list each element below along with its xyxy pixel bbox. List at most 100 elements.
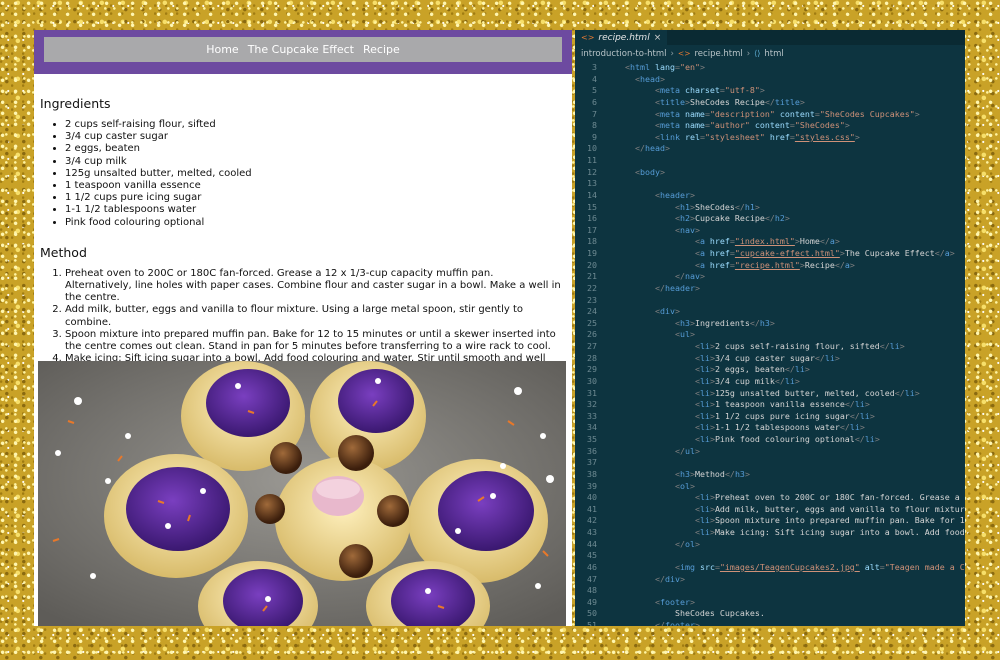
code-token: h3 <box>679 468 690 479</box>
nav-link-cupcake-effect[interactable]: The Cupcake Effect <box>248 43 354 56</box>
code-token: > <box>694 224 700 235</box>
code-token: src <box>694 561 715 572</box>
code-line[interactable]: 36 </ul> <box>575 446 965 458</box>
ingredient-item: 1 teaspoon vanilla essence <box>65 180 564 192</box>
code-line[interactable]: 31 <li>125g unsalted butter, melted, coo… <box>575 388 965 400</box>
code-text: <ol> <box>615 481 695 493</box>
code-line[interactable]: 27 <li>2 cups self-raising flour, sifted… <box>575 341 965 353</box>
code-text: <a href="index.html">Home</a> <box>615 236 840 248</box>
site-nav: Home The Cupcake Effect Recipe <box>44 37 562 62</box>
code-line[interactable]: 26 <ul> <box>575 329 965 341</box>
code-text: </head> <box>615 143 670 155</box>
code-line[interactable]: 42 <li>Spoon mixture into prepared muffi… <box>575 515 965 527</box>
code-line[interactable]: 23 <box>575 295 965 307</box>
code-line[interactable]: 15 <h1>SheCodes</h1> <box>575 202 965 214</box>
code-line[interactable]: 33 <li>1 1/2 cups pure icing sugar</li> <box>575 411 965 423</box>
line-number: 18 <box>587 236 597 247</box>
code-line[interactable]: 21 </nav> <box>575 271 965 283</box>
code-token: "en" <box>679 62 700 72</box>
code-area[interactable]: 3 <html lang="en"> 4 <head> 5 <meta charse… <box>575 62 965 626</box>
code-line[interactable]: 39 <ol> <box>575 481 965 493</box>
line-number: 21 <box>587 271 597 282</box>
code-token: </ <box>674 271 685 282</box>
code-line[interactable]: 29 <li>2 eggs, beaten</li> <box>575 364 965 376</box>
code-line[interactable]: 4 <head> <box>575 74 965 86</box>
code-line[interactable]: 14 <header> <box>575 190 965 202</box>
code-line[interactable]: 25 <h3>Ingredients</h3> <box>575 318 965 330</box>
code-token: </ <box>834 259 845 270</box>
line-number: 23 <box>587 294 597 305</box>
code-token: li <box>699 399 710 410</box>
code-line[interactable]: 43 <li>Make icing: Sift icing sugar into… <box>575 527 965 539</box>
code-line[interactable]: 10 </head> <box>575 143 965 155</box>
code-token: Spoon mixture into prepared muffin pan. … <box>714 515 965 526</box>
breadcrumb-folder[interactable]: introduction-to-html <box>581 49 667 59</box>
code-line[interactable]: 48 <box>575 585 965 597</box>
code-line[interactable]: 40 <li>Preheat oven to 200C or 180C fan-… <box>575 492 965 504</box>
line-number: 49 <box>587 596 597 607</box>
code-line[interactable]: 22 </header> <box>575 283 965 295</box>
code-line[interactable]: 7 <meta name="description" content="SheC… <box>575 109 965 121</box>
code-text: <li>125g unsalted butter, melted, cooled… <box>615 388 920 400</box>
line-number: 6 <box>592 96 597 107</box>
code-line[interactable]: 35 <li>Pink food colouring optional</li> <box>575 434 965 446</box>
code-line[interactable]: 12 <body> <box>575 167 965 179</box>
code-line[interactable]: 47 </div> <box>575 574 965 586</box>
code-line[interactable]: 46 <img src="images/TeagenCupcakes2.jpg"… <box>575 562 965 574</box>
code-line[interactable]: 9 <link rel="stylesheet" href="styles.cs… <box>575 132 965 144</box>
browser-preview: Home The Cupcake Effect Recipe Ingredien… <box>34 30 572 626</box>
code-line[interactable]: 13 <box>575 178 965 190</box>
code-line[interactable]: 37 <box>575 457 965 469</box>
code-line[interactable]: 19 <a href="cupcake-effect.html">The Cup… <box>575 248 965 260</box>
code-line[interactable]: 49 <footer> <box>575 597 965 609</box>
code-line[interactable]: 45 <box>575 550 965 562</box>
code-text: <html lang="en"> <box>615 62 705 74</box>
code-line[interactable]: 5 <meta charset="utf-8"> <box>575 85 965 97</box>
code-line[interactable]: 17 <nav> <box>575 225 965 237</box>
code-line[interactable]: 18 <a href="index.html">Home</a> <box>575 236 965 248</box>
code-line[interactable]: 30 <li>3/4 cup milk</li> <box>575 376 965 388</box>
code-line[interactable]: 16 <h2>Cupcake Recipe</h2> <box>575 213 965 225</box>
close-icon[interactable]: × <box>654 33 662 43</box>
code-line[interactable]: 28 <li>3/4 cup caster sugar</li> <box>575 353 965 365</box>
code-line[interactable]: 24 <div> <box>575 306 965 318</box>
code-line[interactable]: 11 <box>575 155 965 167</box>
nav-link-home[interactable]: Home <box>206 43 238 56</box>
nav-link-recipe[interactable]: Recipe <box>363 43 400 56</box>
code-line[interactable]: 50 SheCodes Cupcakes. <box>575 608 965 620</box>
code-line[interactable]: 51 </footer> <box>575 620 965 626</box>
code-token: ol <box>679 480 690 491</box>
code-line[interactable]: 44 </ol> <box>575 539 965 551</box>
code-text: <li>1-1 1/2 tablespoons water</li> <box>615 422 865 434</box>
code-token: "description" <box>709 108 775 119</box>
code-line[interactable]: 3 <html lang="en"> <box>575 62 965 74</box>
tab-recipe-html[interactable]: <> recipe.html × <box>575 30 668 45</box>
breadcrumb-file[interactable]: recipe.html <box>695 49 743 59</box>
code-token: 1-1 1/2 tablespoons water <box>714 422 840 433</box>
code-token: li <box>699 410 710 421</box>
ingredient-item: 1 1/2 cups pure icing sugar <box>65 192 564 204</box>
code-line[interactable]: 6 <title>SheCodes Recipe</title> <box>575 97 965 109</box>
code-line[interactable]: 32 <li>1 teaspoon vanilla essence</li> <box>575 399 965 411</box>
code-token: > <box>864 399 870 410</box>
code-token: li <box>699 375 710 386</box>
code-line[interactable]: 34 <li>1-1 1/2 tablespoons water</li> <box>575 422 965 434</box>
code-token: Recipe <box>804 259 835 270</box>
code-line[interactable]: 20 <a href="recipe.html">Recipe</a> <box>575 260 965 272</box>
code-token: > <box>869 410 875 421</box>
code-line[interactable]: 8 <meta name="author" content="SheCodes"… <box>575 120 965 132</box>
ingredient-item: Pink food colouring optional <box>65 217 564 229</box>
code-token: > <box>744 468 750 479</box>
breadcrumb-element[interactable]: html <box>764 49 783 59</box>
code-line[interactable]: 41 <li>Add milk, butter, eggs and vanill… <box>575 504 965 516</box>
code-line[interactable]: 38 <h3>Method</h3> <box>575 469 965 481</box>
code-token: href <box>704 248 730 258</box>
